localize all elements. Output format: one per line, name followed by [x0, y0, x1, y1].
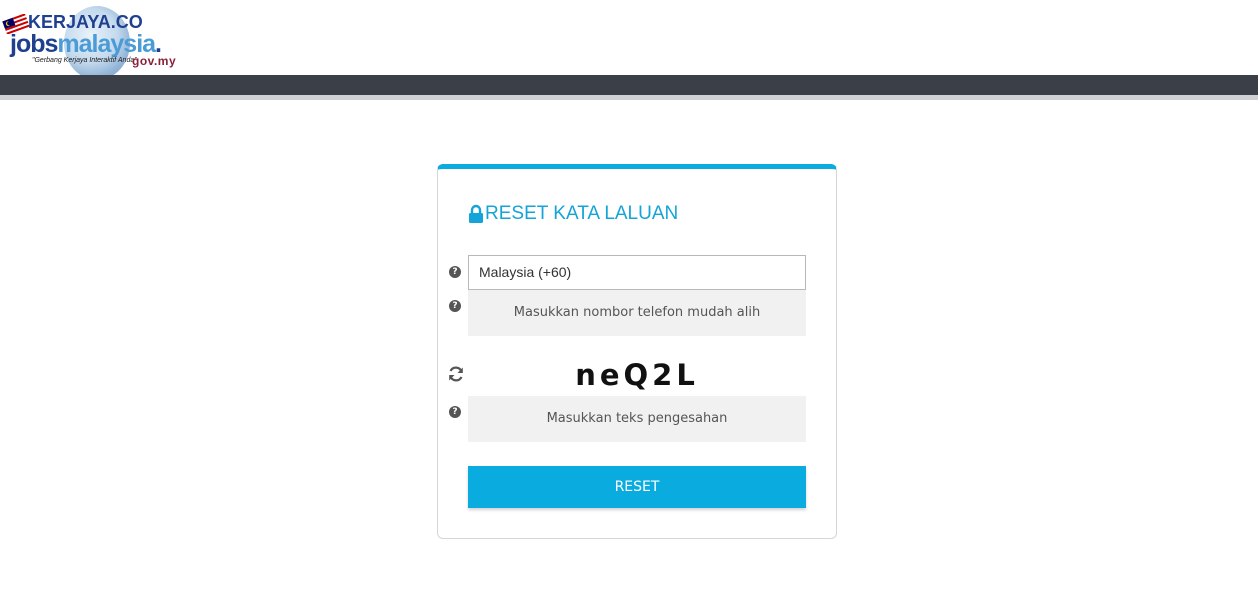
refresh-icon[interactable]: [447, 365, 465, 383]
captcha-image: neQ2L: [575, 358, 699, 392]
help-icon[interactable]: ?: [449, 300, 461, 312]
brand-tagline: "Gerbang Kerjaya Interaktif Anda": [32, 57, 137, 64]
reset-password-card: RESET KATA LALUAN ? Malaysia (+60) ? Mas…: [437, 164, 837, 539]
help-icon[interactable]: ?: [449, 406, 461, 418]
nav-bar-shadow: [0, 95, 1258, 100]
captcha-input[interactable]: Masukkan teks pengesahan: [468, 396, 806, 442]
card-title: RESET KATA LALUAN: [468, 203, 678, 225]
nav-bar: [0, 75, 1258, 95]
brand-gov: gov.my: [132, 54, 177, 68]
site-header: KERJAYA.CO jobsmalaysia. "Gerbang Kerjay…: [0, 0, 1258, 80]
help-icon[interactable]: ?: [449, 266, 461, 278]
page-title: RESET KATA LALUAN: [485, 203, 679, 224]
brand-jobs: jobs: [10, 30, 58, 58]
lock-icon: [469, 204, 483, 223]
reset-button[interactable]: RESET: [468, 466, 806, 508]
jobsmalaysia-logo[interactable]: KERJAYA.CO jobsmalaysia. "Gerbang Kerjay…: [0, 4, 190, 80]
phone-number-input[interactable]: Masukkan nombor telefon mudah alih: [468, 290, 806, 336]
country-code-select[interactable]: Malaysia (+60): [468, 255, 806, 290]
